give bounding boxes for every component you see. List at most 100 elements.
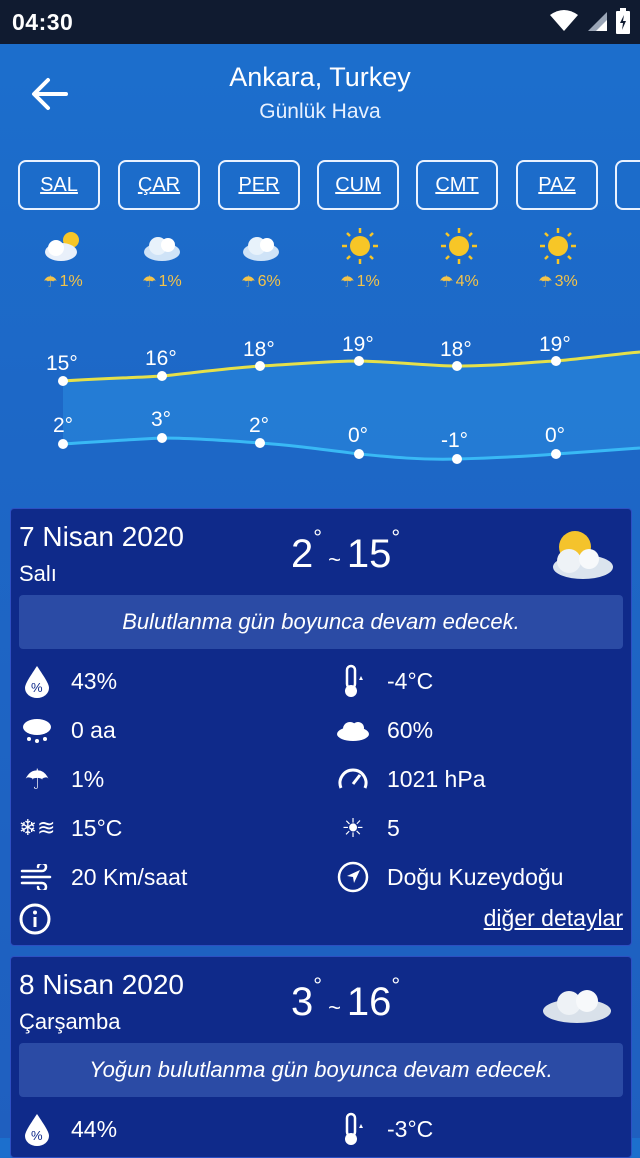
umbrella-icon: ☂: [538, 274, 553, 291]
rain-chance: 3%: [554, 273, 578, 290]
humidity-drop-icon: %: [19, 663, 55, 699]
high-temp-label: 18°: [243, 338, 275, 361]
day-tabs: SAL ÇAR PER CUM CMT PAZ: [18, 160, 640, 216]
high-temp-label: 19°: [342, 333, 374, 356]
thermometer-icon: [335, 1111, 371, 1147]
rain-chance-value: 1%: [71, 765, 105, 792]
low-temp-label: 0°: [545, 424, 565, 447]
day-tab-cmt[interactable]: CMT: [416, 160, 498, 210]
precip-metric: 0 aa: [19, 712, 116, 748]
rain-cloud-icon: [19, 712, 55, 748]
wind-value: 20 Km/saat: [71, 863, 188, 890]
forecast-row: ☂ 1% ☂ 1% ☂ 6% ☂ 1% ☂ 4% ☂ 3%: [0, 226, 640, 316]
umbrella-icon: ☂: [24, 763, 50, 795]
high-temp: 15: [346, 532, 392, 576]
card-weekday: Çarşamba: [19, 1009, 121, 1034]
umbrella-icon: ☂: [439, 274, 454, 291]
high-temp: 16: [346, 980, 392, 1024]
rain-chance: 1%: [356, 273, 380, 290]
uv-metric: ☀ 5: [335, 810, 399, 846]
day-tab-paz[interactable]: PAZ: [516, 160, 598, 210]
battery-icon: [616, 8, 630, 34]
low-temp: 3: [291, 980, 314, 1024]
wind-icon: [19, 859, 55, 895]
status-icons: [550, 8, 630, 34]
uv-sun-icon: ☀: [341, 812, 365, 843]
cloudy-icon: [144, 237, 180, 261]
sun-icon: [342, 228, 378, 264]
rain-chance-metric: ☂ 1%: [19, 761, 104, 797]
day-tab-car[interactable]: ÇAR: [118, 160, 200, 210]
day-detail-card: 8 Nisan 2020 Çarşamba 3°~ 16° Yoğun bulut…: [10, 956, 632, 1158]
direction-metric: Doğu Kuzeydoğu: [335, 859, 563, 895]
umbrella-icon: ☂: [43, 274, 58, 291]
day-tab-sal[interactable]: SAL: [18, 160, 100, 210]
humidity-value: 43%: [71, 667, 118, 694]
rain-chance: 6%: [257, 273, 281, 290]
svg-text:%: %: [31, 1128, 43, 1143]
more-details-link[interactable]: diğer detaylar: [484, 905, 623, 932]
humidity-metric: % 44%: [19, 1111, 117, 1147]
status-time: 04:30: [12, 9, 74, 35]
high-temp-label: 15°: [46, 352, 78, 375]
low-temp-label: 2°: [53, 414, 73, 437]
forecast-day: ☂ 1%: [310, 226, 410, 292]
dew-point-value: -4°C: [387, 667, 434, 694]
humidity-value: 44%: [71, 1115, 118, 1142]
precip-value: 0 aa: [71, 716, 116, 743]
umbrella-icon: ☂: [340, 274, 355, 291]
sun-icon: [540, 228, 576, 264]
snow-wind-icon: ❄≋: [18, 815, 56, 840]
forecast-day: ☂ 3%: [508, 226, 608, 292]
weather-summary: Yoğun bulutlanma gün boyunca devam edece…: [19, 1043, 623, 1097]
card-date: 7 Nisan 2020: [19, 521, 185, 552]
day-detail-card: 7 Nisan 2020 Salı 2°~ 15° Bulutlanma gün …: [10, 508, 632, 946]
pressure-value: 1021 hPa: [387, 765, 486, 792]
sun-icon: [441, 228, 477, 264]
low-temp-label: 0°: [348, 424, 368, 447]
cloudy-icon: [543, 990, 611, 1023]
feels-like-metric: ❄≋ 15°C: [18, 810, 123, 846]
humidity-metric: % 43%: [19, 663, 117, 699]
feels-like-value: 15°C: [71, 814, 123, 841]
wind-metric: 20 Km/saat: [19, 859, 187, 895]
dew-point-metric: -3°C: [335, 1111, 433, 1147]
day-tab-cum[interactable]: CUM: [317, 160, 399, 210]
thermometer-icon: [335, 663, 371, 699]
dew-point-metric: -4°C: [335, 663, 433, 699]
low-temp-label: -1°: [441, 429, 468, 452]
cloud-value: 60%: [387, 716, 434, 743]
rain-chance: 1%: [59, 273, 83, 290]
umbrella-icon: ☂: [142, 274, 157, 291]
low-temp: 2: [291, 532, 314, 576]
info-icon[interactable]: [19, 903, 51, 935]
direction-value: Doğu Kuzeydoğu: [387, 863, 564, 890]
card-weekday: Salı: [19, 561, 57, 586]
gauge-icon: [335, 761, 371, 797]
cloud-metric: 60%: [335, 712, 433, 748]
rain-chance: 1%: [158, 273, 182, 290]
day-tab-next[interactable]: [615, 160, 640, 210]
temp-range: 3°~ 16°: [291, 973, 401, 1024]
page-title: Ankara, Turkey: [229, 62, 411, 92]
forecast-day: ☂ 6%: [211, 226, 311, 292]
umbrella-icon: ☂: [241, 274, 256, 291]
low-temp-label: 2°: [249, 414, 269, 437]
signal-icon: [588, 12, 607, 31]
temp-range: 2°~ 15°: [291, 525, 401, 576]
forecast-day: ☂ 1%: [112, 226, 212, 292]
card-date: 8 Nisan 2020: [19, 969, 185, 1000]
status-bar: 04:30: [0, 0, 640, 44]
pressure-metric: 1021 hPa: [335, 761, 485, 797]
day-tab-per[interactable]: PER: [218, 160, 300, 210]
svg-text:%: %: [31, 680, 43, 695]
partly-cloudy-icon: [553, 531, 613, 579]
temperature-graph: 15° 16° 18° 19° 18° 19° 2° 3° 2° 0° -1° …: [46, 333, 640, 464]
dew-point-value: -3°C: [387, 1115, 434, 1142]
cloud-icon: [335, 712, 371, 748]
high-temp-label: 16°: [145, 347, 177, 370]
high-temp-label: 18°: [440, 338, 472, 361]
weather-summary: Bulutlanma gün boyunca devam edecek.: [19, 595, 623, 649]
compass-icon: [335, 859, 371, 895]
forecast-day: ☂ 4%: [409, 226, 509, 292]
